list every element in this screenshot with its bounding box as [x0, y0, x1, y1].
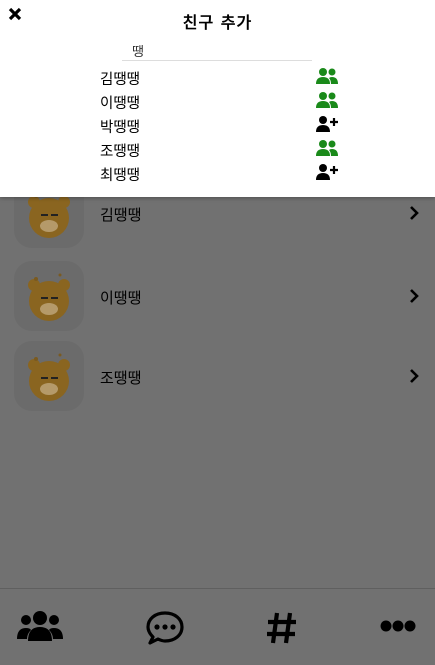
nav-friends-button[interactable]: [6, 589, 76, 665]
friend-row[interactable]: 이땡땡: [0, 261, 435, 333]
bottom-nav: [0, 588, 435, 665]
modal-title: 친구 추가: [182, 13, 253, 32]
search-input[interactable]: [122, 41, 312, 61]
chevron-right-icon[interactable]: [408, 288, 420, 304]
friend-name: 김땡땡: [100, 206, 142, 224]
user-friends-icon[interactable]: [316, 139, 338, 157]
nav-chats-button[interactable]: [129, 589, 199, 665]
result-name: 박땡땡: [100, 120, 141, 136]
search-result-row[interactable]: 박땡땡: [0, 114, 435, 138]
add-friend-modal: 친구 추가 김땡땡 이땡땡 박땡땡 조땡땡: [0, 0, 435, 197]
friend-name: 조땡땡: [100, 369, 142, 387]
result-name: 김땡땡: [100, 72, 141, 88]
nav-more-button[interactable]: [363, 589, 433, 665]
friend-name: 이땡땡: [100, 289, 142, 307]
user-friends-icon[interactable]: [316, 91, 338, 109]
result-name: 이땡땡: [100, 96, 141, 112]
result-name: 조땡땡: [100, 144, 141, 160]
users-icon: [17, 611, 63, 641]
nav-hashtag-button[interactable]: [246, 589, 316, 665]
hashtag-icon: [267, 612, 296, 644]
friend-row[interactable]: 조땡땡: [0, 341, 435, 413]
user-friends-icon[interactable]: [316, 67, 338, 85]
search-result-row[interactable]: 이땡땡: [0, 90, 435, 114]
search-result-row[interactable]: 김땡땡: [0, 66, 435, 90]
search-result-row[interactable]: 조땡땡: [0, 138, 435, 162]
search-result-row[interactable]: 최땡땡: [0, 162, 435, 186]
bear-avatar: [14, 341, 84, 411]
user-plus-icon[interactable]: [316, 163, 338, 181]
ellipsis-icon: [380, 620, 416, 632]
comment-dots-icon: [146, 611, 184, 645]
chevron-right-icon[interactable]: [408, 368, 420, 384]
bear-avatar: [14, 261, 84, 331]
result-name: 최땡땡: [100, 168, 141, 184]
chevron-right-icon[interactable]: [408, 205, 420, 221]
user-plus-icon[interactable]: [316, 115, 338, 133]
